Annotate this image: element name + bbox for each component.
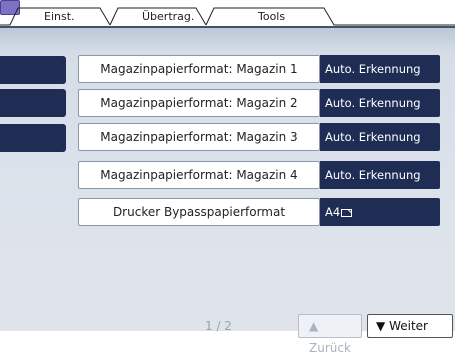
setting-button-bypass[interactable]: Drucker Bypasspapierformat <box>78 198 320 226</box>
setting-value-tray-3: Auto. Erkennung <box>320 123 440 151</box>
back-button[interactable]: ▲ Zurück <box>298 314 362 355</box>
setting-button-tray-2[interactable]: Magazinpapierformat: Magazin 2 <box>78 89 320 117</box>
next-label: Weiter <box>389 319 428 333</box>
setting-row-bypass: Drucker Bypasspapierformat A4 <box>78 198 440 226</box>
setting-button-tray-1[interactable]: Magazinpapierformat: Magazin 1 <box>78 55 320 83</box>
left-menu-button-2[interactable] <box>0 89 66 117</box>
tab-strip: Einst. Übertrag. Tools <box>0 6 455 26</box>
setting-row-tray-4: Magazinpapierformat: Magazin 4 Auto. Erk… <box>78 161 440 189</box>
setting-value-tray-1: Auto. Erkennung <box>320 55 440 83</box>
page-indicator: 1 / 2 <box>205 319 232 333</box>
arrow-up-icon: ▲ <box>309 319 319 333</box>
setting-row-tray-2: Magazinpapierformat: Magazin 2 Auto. Erk… <box>78 89 440 117</box>
setting-row-tray-1: Magazinpapierformat: Magazin 1 Auto. Erk… <box>78 55 440 83</box>
setting-button-tray-3[interactable]: Magazinpapierformat: Magazin 3 <box>78 123 320 151</box>
tab-einst[interactable]: Einst. <box>44 11 75 23</box>
tab-tools[interactable]: Tools <box>258 11 285 23</box>
left-menu-button-1[interactable] <box>0 56 66 84</box>
setting-row-tray-3: Magazinpapierformat: Magazin 3 Auto. Erk… <box>78 123 440 151</box>
setting-value-bypass: A4 <box>320 198 440 226</box>
top-bar: Einst. Übertrag. Tools <box>0 0 455 26</box>
landscape-paper-icon <box>341 208 353 217</box>
bypass-value-text: A4 <box>325 205 341 219</box>
arrow-down-icon: ▼ <box>376 319 386 333</box>
setting-button-tray-4[interactable]: Magazinpapierformat: Magazin 4 <box>78 161 320 189</box>
setting-value-tray-2: Auto. Erkennung <box>320 89 440 117</box>
back-label: Zurück <box>309 341 351 355</box>
next-button[interactable]: ▼ Weiter <box>367 314 453 338</box>
setting-value-tray-4: Auto. Erkennung <box>320 161 440 189</box>
left-menu-button-3[interactable] <box>0 124 66 152</box>
tab-uebertrag[interactable]: Übertrag. <box>142 11 194 23</box>
